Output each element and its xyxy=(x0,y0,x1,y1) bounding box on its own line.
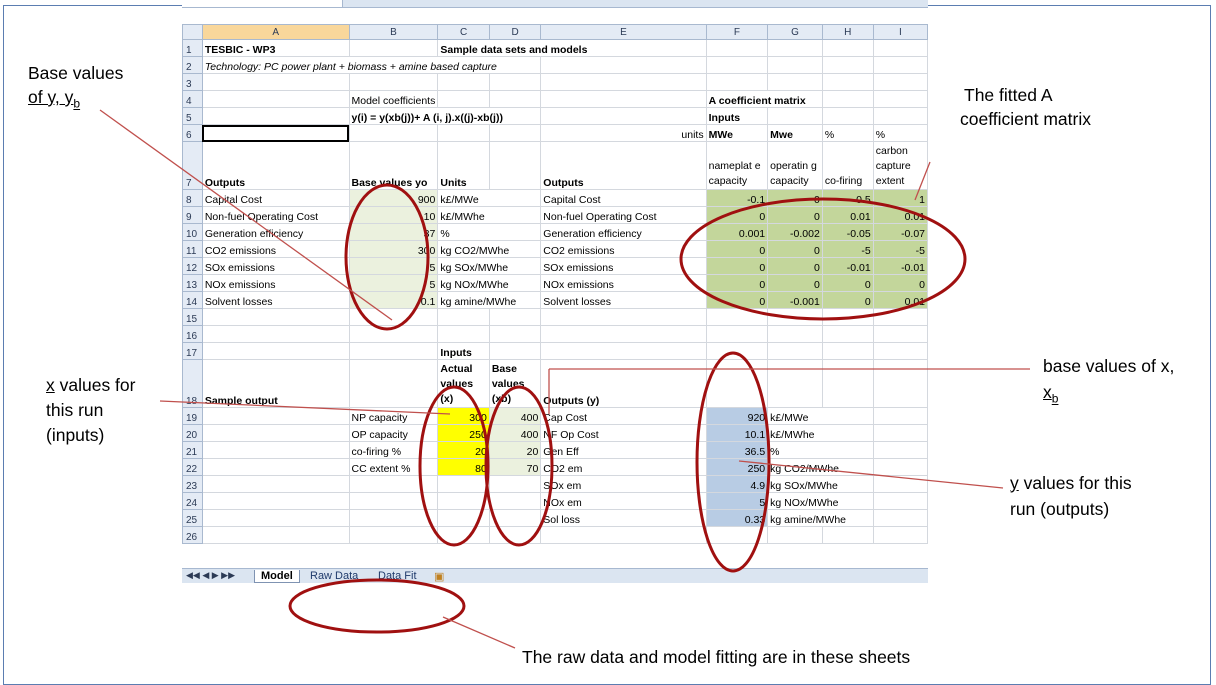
pointer-line xyxy=(99,109,393,321)
pointer-line xyxy=(442,616,516,649)
oval-y-values xyxy=(695,351,771,573)
pointer-line xyxy=(159,400,451,415)
annotation-overlay xyxy=(99,109,1030,649)
oval-x-values xyxy=(418,385,490,547)
pointer-line xyxy=(738,460,1004,489)
pointer-line xyxy=(914,161,931,201)
oval-sheet-tabs xyxy=(288,578,466,634)
oval-xb-values xyxy=(484,385,554,547)
oval-base-values xyxy=(344,183,430,331)
oval-a-matrix xyxy=(679,197,967,321)
